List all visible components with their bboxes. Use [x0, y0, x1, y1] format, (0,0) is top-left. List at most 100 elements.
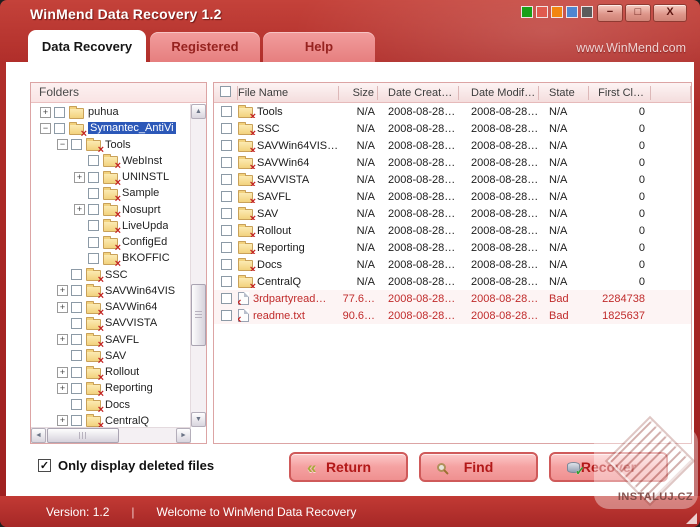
only-deleted-checkbox[interactable]: ✓ — [38, 459, 51, 472]
titlebar-color-swatch-icon[interactable] — [551, 6, 563, 18]
tree-item-webinst[interactable]: WebInst — [31, 153, 190, 169]
tree-item-configed[interactable]: ConfigEd — [31, 234, 190, 250]
row-checkbox[interactable] — [221, 208, 232, 219]
tree-item-liveupda[interactable]: LiveUpda — [31, 218, 190, 234]
tree-item-checkbox[interactable] — [88, 155, 99, 166]
tree-item-savfl[interactable]: +SAVFL — [31, 332, 190, 348]
tree-item-checkbox[interactable] — [71, 302, 82, 313]
table-row-savwin64vis[interactable]: SAVWin64VIS…N/A2008-08-28…2008-08-28…N/A… — [214, 137, 691, 154]
tree-item-checkbox[interactable] — [88, 253, 99, 264]
tree-expander-icon[interactable]: + — [57, 285, 68, 296]
column-header-first-cl[interactable]: First Cl… — [589, 86, 651, 100]
table-row-rollout[interactable]: RolloutN/A2008-08-28…2008-08-28…N/A0 — [214, 222, 691, 239]
website-link[interactable]: www.WinMend.com — [576, 41, 686, 55]
tree-item-checkbox[interactable] — [71, 399, 82, 410]
tree-item-ssc[interactable]: SSC — [31, 267, 190, 283]
tree-item-symantec-antivi[interactable]: −Symantec_AntiVi — [31, 120, 190, 136]
row-checkbox[interactable] — [221, 174, 232, 185]
only-deleted-checkbox-row[interactable]: ✓ Only display deleted files — [38, 458, 214, 473]
table-row-savwin64[interactable]: SAVWin64N/A2008-08-28…2008-08-28…N/A0 — [214, 154, 691, 171]
tree-item-checkbox[interactable] — [71, 334, 82, 345]
titlebar-color-swatch-icon[interactable] — [521, 6, 533, 18]
tree-item-centralq[interactable]: +CentralQ — [31, 413, 190, 427]
tree-horizontal-scrollbar[interactable]: ◄ ► — [31, 427, 191, 443]
table-row-savvista[interactable]: SAVVISTAN/A2008-08-28…2008-08-28…N/A0 — [214, 171, 691, 188]
tree-item-checkbox[interactable] — [88, 204, 99, 215]
tree-item-puhua[interactable]: +puhua — [31, 104, 190, 120]
tree-item-nosuprt[interactable]: +Nosuprt — [31, 202, 190, 218]
column-header-size[interactable]: Size — [339, 86, 378, 100]
row-checkbox[interactable] — [221, 225, 232, 236]
row-checkbox[interactable] — [221, 310, 232, 321]
tree-item-checkbox[interactable] — [71, 383, 82, 394]
table-row-docs[interactable]: DocsN/A2008-08-28…2008-08-28…N/A0 — [214, 256, 691, 273]
row-checkbox[interactable] — [221, 106, 232, 117]
tree-item-docs[interactable]: Docs — [31, 397, 190, 413]
tree-item-tools[interactable]: −Tools — [31, 137, 190, 153]
find-button[interactable]: Find — [419, 452, 538, 482]
vertical-scroll-thumb[interactable] — [191, 284, 206, 346]
table-row-readme-txt[interactable]: readme.txt90.6…2008-08-28…2008-08-28…Bad… — [214, 307, 691, 324]
tree-vertical-scrollbar[interactable]: ▲ ▼ — [190, 104, 206, 427]
tree-item-rollout[interactable]: +Rollout — [31, 364, 190, 380]
tree-item-checkbox[interactable] — [71, 285, 82, 296]
row-checkbox[interactable] — [221, 123, 232, 134]
tab-registered[interactable]: Registered — [150, 32, 260, 62]
tree-item-bkoffic[interactable]: BKOFFIC — [31, 250, 190, 266]
tree-item-savvista[interactable]: SAVVISTA — [31, 315, 190, 331]
column-header-date-modif[interactable]: Date Modif… — [459, 86, 539, 100]
tree-expander-icon[interactable]: − — [57, 139, 68, 150]
table-row-centralq[interactable]: CentralQN/A2008-08-28…2008-08-28…N/A0 — [214, 273, 691, 290]
return-button[interactable]: «Return — [289, 452, 408, 482]
select-all-checkbox[interactable] — [220, 86, 231, 97]
row-checkbox[interactable] — [221, 242, 232, 253]
scroll-down-icon[interactable]: ▼ — [191, 412, 206, 427]
titlebar-color-swatch-icon[interactable] — [581, 6, 593, 18]
tab-help[interactable]: Help — [263, 32, 375, 62]
tree-expander-icon[interactable]: + — [57, 383, 68, 394]
resize-grip[interactable] — [686, 513, 697, 524]
tree-expander-icon[interactable]: + — [57, 334, 68, 345]
row-checkbox[interactable] — [221, 191, 232, 202]
tree-item-uninstl[interactable]: +UNINSTL — [31, 169, 190, 185]
column-header-state[interactable]: State — [539, 86, 589, 100]
table-row-reporting[interactable]: ReportingN/A2008-08-28…2008-08-28…N/A0 — [214, 239, 691, 256]
table-row-savfl[interactable]: SAVFLN/A2008-08-28…2008-08-28…N/A0 — [214, 188, 691, 205]
close-button[interactable]: X — [653, 4, 687, 22]
row-checkbox[interactable] — [221, 140, 232, 151]
scroll-left-icon[interactable]: ◄ — [31, 428, 46, 443]
tree-item-sample[interactable]: Sample — [31, 185, 190, 201]
tree-expander-icon[interactable]: − — [40, 123, 51, 134]
row-checkbox[interactable] — [221, 276, 232, 287]
tab-data-recovery[interactable]: Data Recovery — [28, 30, 146, 62]
recover-button[interactable]: Recover — [549, 452, 668, 482]
titlebar-color-swatch-icon[interactable] — [536, 6, 548, 18]
table-row-sav[interactable]: SAVN/A2008-08-28…2008-08-28…N/A0 — [214, 205, 691, 222]
tree-item-checkbox[interactable] — [88, 188, 99, 199]
tree-expander-icon[interactable]: + — [74, 172, 85, 183]
titlebar-color-swatch-icon[interactable] — [566, 6, 578, 18]
horizontal-scroll-thumb[interactable] — [47, 428, 119, 443]
tree-expander-icon[interactable]: + — [40, 107, 51, 118]
scroll-right-icon[interactable]: ► — [176, 428, 191, 443]
tree-item-sav[interactable]: SAV — [31, 348, 190, 364]
maximize-button[interactable]: □ — [625, 4, 651, 22]
tree-item-checkbox[interactable] — [88, 237, 99, 248]
row-checkbox[interactable] — [221, 293, 232, 304]
tree-item-checkbox[interactable] — [71, 415, 82, 426]
table-row-3rdpartyread[interactable]: 3rdpartyread…77.6…2008-08-28…2008-08-28…… — [214, 290, 691, 307]
tree-expander-icon[interactable]: + — [57, 302, 68, 313]
tree-expander-icon[interactable]: + — [57, 415, 68, 426]
table-row-ssc[interactable]: SSCN/A2008-08-28…2008-08-28…N/A0 — [214, 120, 691, 137]
tree-item-checkbox[interactable] — [54, 107, 65, 118]
tree-item-reporting[interactable]: +Reporting — [31, 380, 190, 396]
tree-item-checkbox[interactable] — [71, 318, 82, 329]
row-checkbox[interactable] — [221, 157, 232, 168]
table-row-tools[interactable]: ToolsN/A2008-08-28…2008-08-28…N/A0 — [214, 103, 691, 120]
tree-item-checkbox[interactable] — [54, 123, 65, 134]
tree-expander-icon[interactable]: + — [74, 204, 85, 215]
minimize-button[interactable]: − — [597, 4, 623, 22]
scroll-up-icon[interactable]: ▲ — [191, 104, 206, 119]
tree-item-savwin64[interactable]: +SAVWin64 — [31, 299, 190, 315]
tree-item-savwin64vis[interactable]: +SAVWin64VIS — [31, 283, 190, 299]
